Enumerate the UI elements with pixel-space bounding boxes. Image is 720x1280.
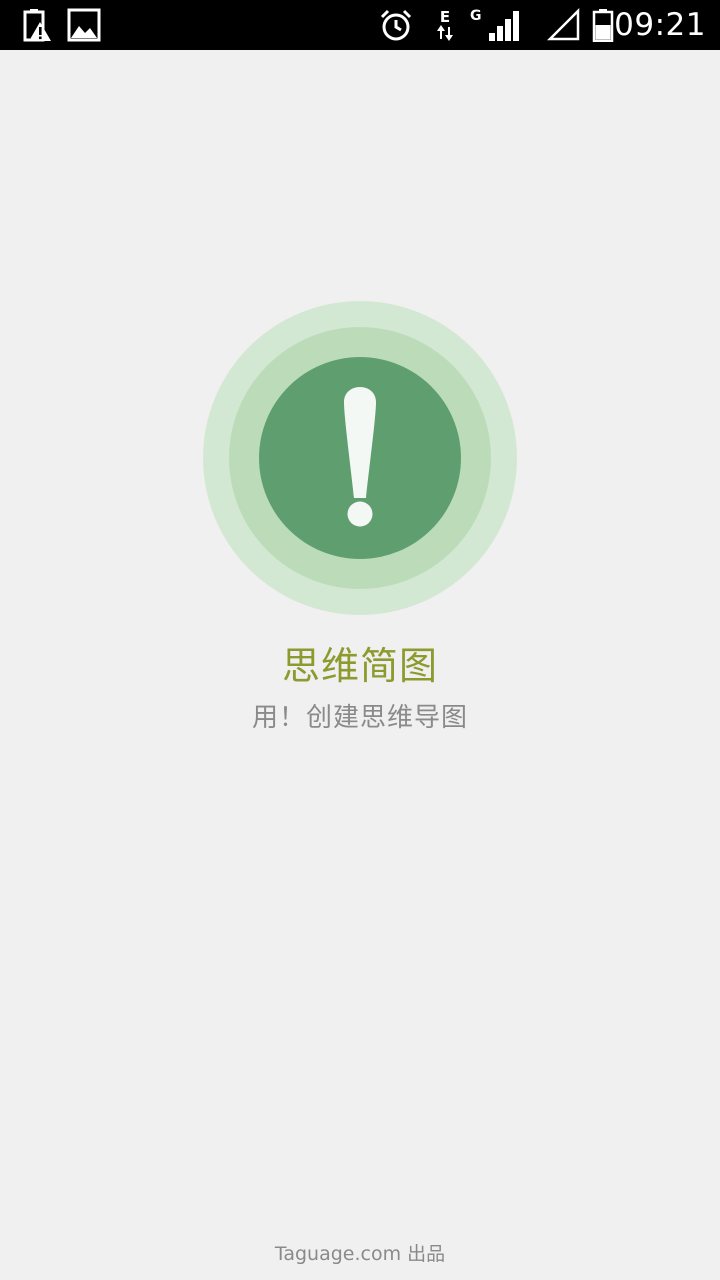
battery-icon — [590, 0, 616, 50]
signal-type-label: G — [470, 8, 482, 24]
network-type-label: E — [439, 7, 451, 26]
exclamation-icon — [203, 301, 517, 615]
splash-emblem — [203, 301, 517, 615]
footer-credit: Taguage.com 出品 — [274, 1243, 446, 1265]
alarm-icon — [378, 0, 414, 50]
app-title: 思维简图 — [281, 644, 438, 688]
image-notification-icon — [66, 0, 102, 50]
status-bar: E G 09:21 — [0, 0, 720, 50]
data-transfer-icon: E — [434, 0, 456, 50]
battery-warning-icon — [18, 0, 54, 50]
app-subtitle: 用！创建思维导图 — [251, 703, 468, 733]
wifi-signal-empty-icon — [546, 0, 582, 50]
cell-signal-icon: G — [468, 0, 524, 50]
status-time: 09:21 — [614, 7, 706, 43]
